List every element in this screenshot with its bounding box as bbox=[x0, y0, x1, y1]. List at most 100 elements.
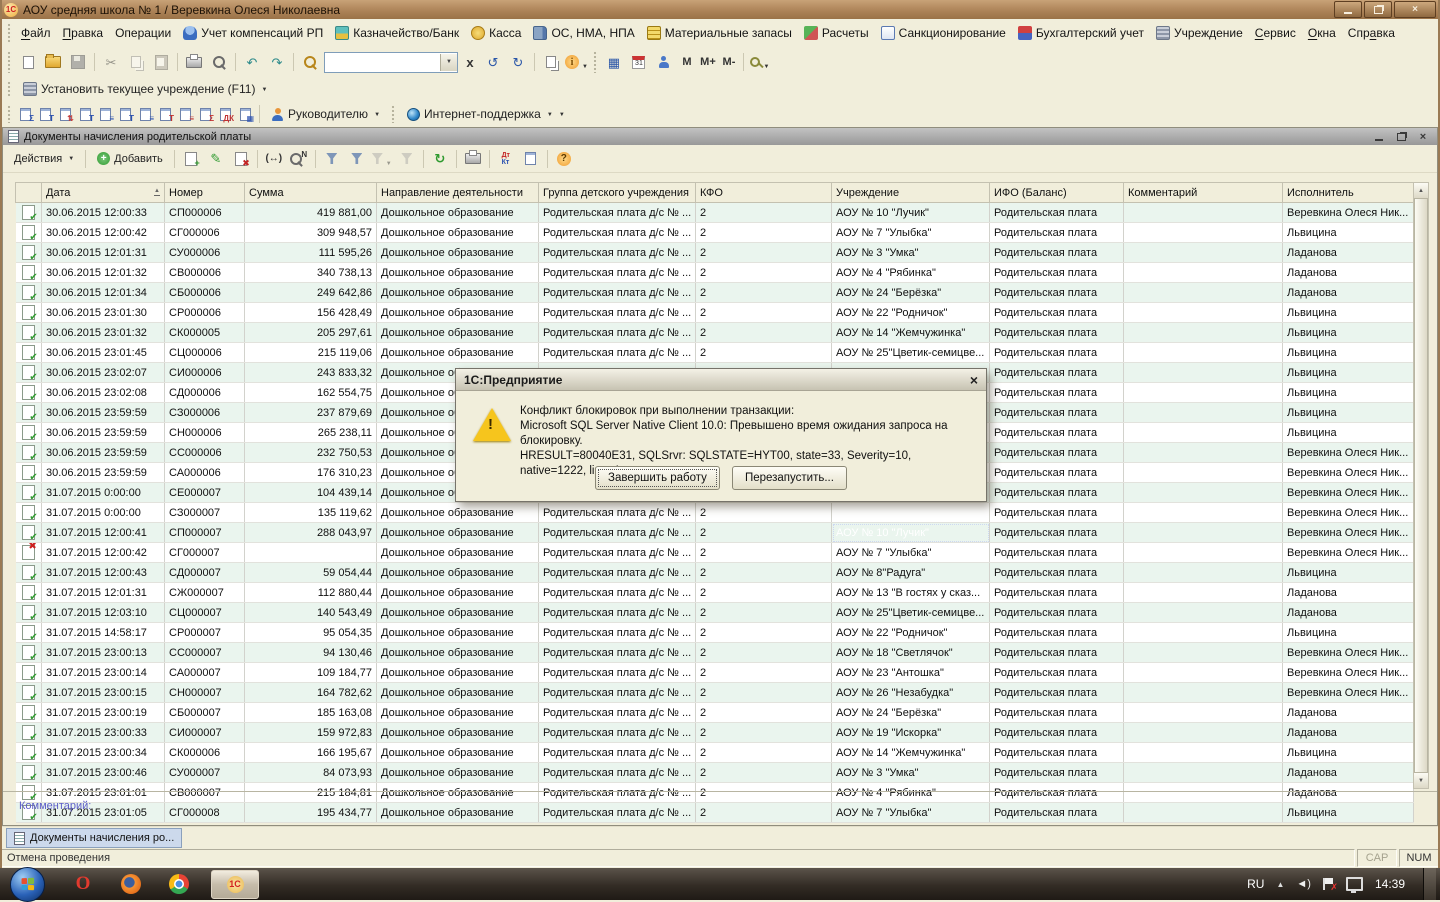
cell-institution[interactable]: АОУ № 23 "Антошка" bbox=[832, 663, 990, 683]
dtkt-button[interactable]: ДтКт bbox=[494, 147, 518, 171]
cell-comment[interactable] bbox=[1124, 303, 1283, 323]
calendar-button[interactable]: 31 bbox=[627, 50, 651, 74]
child-restore-button[interactable] bbox=[1394, 131, 1408, 143]
cell-date[interactable]: 30.06.2015 23:01:45 bbox=[42, 343, 165, 363]
cell-executor[interactable]: Львицина bbox=[1283, 343, 1414, 363]
cell-institution[interactable]: АОУ № 7 "Улыбка" bbox=[832, 543, 990, 563]
search-input[interactable] bbox=[325, 54, 440, 71]
cell-comment[interactable] bbox=[1124, 443, 1283, 463]
cell-status[interactable]: ✔ bbox=[16, 423, 42, 443]
cell-number[interactable]: СА000006 bbox=[165, 463, 245, 483]
cell-direction[interactable]: Дошкольное образование bbox=[377, 643, 539, 663]
cell-number[interactable]: СГ000006 bbox=[165, 223, 245, 243]
cell-status[interactable]: ✔ bbox=[16, 263, 42, 283]
cell-comment[interactable] bbox=[1124, 383, 1283, 403]
cell-status[interactable]: ✔ bbox=[16, 343, 42, 363]
cell-status[interactable]: ✔ bbox=[16, 483, 42, 503]
cell-direction[interactable]: Дошкольное образование bbox=[377, 323, 539, 343]
menu-item[interactable]: Учет компенсаций РП bbox=[177, 23, 329, 43]
cell-sum[interactable]: 340 738,13 bbox=[245, 263, 377, 283]
cell-date[interactable]: 30.06.2015 23:02:08 bbox=[42, 383, 165, 403]
cell-status[interactable]: ✔ bbox=[16, 463, 42, 483]
cell-kfo[interactable]: 2 bbox=[696, 323, 832, 343]
cell-executor[interactable]: Ладанова bbox=[1283, 703, 1414, 723]
cell-status[interactable]: ✔ bbox=[16, 743, 42, 763]
cell-date[interactable]: 30.06.2015 12:01:34 bbox=[42, 283, 165, 303]
cell-number[interactable]: СК000005 bbox=[165, 323, 245, 343]
cell-institution[interactable]: АОУ № 22 "Родничок" bbox=[832, 623, 990, 643]
cell-executor[interactable]: Веревкина Олеся Ник... bbox=[1283, 443, 1414, 463]
cell-date[interactable]: 30.06.2015 12:00:42 bbox=[42, 223, 165, 243]
cell-direction[interactable]: Дошкольное образование bbox=[377, 503, 539, 523]
set-interval-button[interactable]: (↔) bbox=[262, 147, 286, 171]
cell-status[interactable]: ✔ bbox=[16, 643, 42, 663]
menu-item[interactable]: Расчеты bbox=[798, 23, 875, 43]
cell-direction[interactable]: Дошкольное образование bbox=[377, 683, 539, 703]
edit-row-button[interactable]: ✎ bbox=[204, 147, 228, 171]
cell-number[interactable]: СР000007 bbox=[165, 623, 245, 643]
cell-date[interactable]: 31.07.2015 23:00:14 bbox=[42, 663, 165, 683]
cell-number[interactable]: СУ000007 bbox=[165, 763, 245, 783]
delete-row-button[interactable]: ✖ bbox=[229, 147, 253, 171]
cell-number[interactable]: СЗ000006 bbox=[165, 403, 245, 423]
menu-item[interactable]: Правка bbox=[57, 23, 110, 43]
refresh-button[interactable]: ↻ bbox=[428, 147, 452, 171]
cell-comment[interactable] bbox=[1124, 763, 1283, 783]
cell-executor[interactable]: Веревкина Олеся Ник... bbox=[1283, 203, 1414, 223]
cell-sum[interactable]: 140 543,49 bbox=[245, 603, 377, 623]
cell-comment[interactable] bbox=[1124, 503, 1283, 523]
cell-institution[interactable]: АОУ № 3 "Умка" bbox=[832, 243, 990, 263]
cell-comment[interactable] bbox=[1124, 323, 1283, 343]
cell-date[interactable]: 31.07.2015 14:58:17 bbox=[42, 623, 165, 643]
report-account-card-button[interactable]: Т bbox=[36, 104, 55, 124]
cell-status[interactable]: ✔ bbox=[16, 623, 42, 643]
manager-menu-button[interactable]: Руководителю ▼ bbox=[264, 104, 387, 124]
cell-executor[interactable]: Ладанова bbox=[1283, 583, 1414, 603]
cell-date[interactable]: 31.07.2015 23:00:46 bbox=[42, 763, 165, 783]
set-current-institution-button[interactable]: Установить текущее учреждение (F11) ▼ bbox=[16, 79, 274, 99]
cell-direction[interactable]: Дошкольное образование bbox=[377, 343, 539, 363]
cell-sum[interactable]: 185 163,08 bbox=[245, 703, 377, 723]
cell-status[interactable]: ✔ bbox=[16, 323, 42, 343]
cell-group[interactable]: Родительская плата д/с № ... bbox=[539, 203, 696, 223]
cell-number[interactable]: СЦ000006 bbox=[165, 343, 245, 363]
cell-date[interactable]: 30.06.2015 23:59:59 bbox=[42, 463, 165, 483]
cell-direction[interactable]: Дошкольное образование bbox=[377, 583, 539, 603]
cell-sum[interactable]: 237 879,69 bbox=[245, 403, 377, 423]
cell-ifo[interactable]: Родительская плата bbox=[990, 683, 1124, 703]
cell-ifo[interactable]: Родительская плата bbox=[990, 763, 1124, 783]
cell-comment[interactable] bbox=[1124, 543, 1283, 563]
cell-sum[interactable]: 84 073,93 bbox=[245, 763, 377, 783]
table-row[interactable]: ✔ 31.07.2015 23:00:13 СС000007 94 130,46… bbox=[16, 643, 1414, 663]
cell-group[interactable]: Родительская плата д/с № ... bbox=[539, 283, 696, 303]
column-header-ifo[interactable]: ИФО (Баланс) bbox=[990, 183, 1124, 203]
cell-ifo[interactable]: Родительская плата bbox=[990, 743, 1124, 763]
cell-comment[interactable] bbox=[1124, 363, 1283, 383]
table-row[interactable]: ✔ 31.07.2015 12:00:41 СП000007 288 043,9… bbox=[16, 523, 1414, 543]
cell-sum[interactable]: 162 554,75 bbox=[245, 383, 377, 403]
table-row[interactable]: ✔ 31.07.2015 23:00:34 СК000006 166 195,6… bbox=[16, 743, 1414, 763]
cell-sum[interactable]: 95 054,35 bbox=[245, 623, 377, 643]
cell-date[interactable]: 30.06.2015 23:59:59 bbox=[42, 423, 165, 443]
add-button[interactable]: + Добавить bbox=[90, 149, 170, 168]
cell-number[interactable]: СА000007 bbox=[165, 663, 245, 683]
cell-comment[interactable] bbox=[1124, 563, 1283, 583]
dialog-titlebar[interactable]: 1С:Предприятие × bbox=[456, 369, 986, 391]
cell-ifo[interactable]: Родительская плата bbox=[990, 603, 1124, 623]
cell-status[interactable]: ✔ bbox=[16, 523, 42, 543]
cell-group[interactable]: Родительская плата д/с № ... bbox=[539, 223, 696, 243]
cell-date[interactable]: 30.06.2015 12:01:32 bbox=[42, 263, 165, 283]
cell-direction[interactable]: Дошкольное образование bbox=[377, 283, 539, 303]
cell-comment[interactable] bbox=[1124, 683, 1283, 703]
cell-kfo[interactable]: 2 bbox=[696, 663, 832, 683]
cell-executor[interactable]: Львицина bbox=[1283, 223, 1414, 243]
m-minus-button[interactable]: М- bbox=[719, 51, 739, 73]
cell-kfo[interactable]: 2 bbox=[696, 243, 832, 263]
journal-button[interactable] bbox=[519, 147, 543, 171]
paste-button[interactable] bbox=[149, 50, 173, 74]
cell-institution[interactable]: АОУ № 3 "Умка" bbox=[832, 763, 990, 783]
cell-sum[interactable]: 288 043,97 bbox=[245, 523, 377, 543]
cell-group[interactable]: Родительская плата д/с № ... bbox=[539, 323, 696, 343]
cell-direction[interactable]: Дошкольное образование bbox=[377, 523, 539, 543]
cell-number[interactable]: СН000007 bbox=[165, 683, 245, 703]
